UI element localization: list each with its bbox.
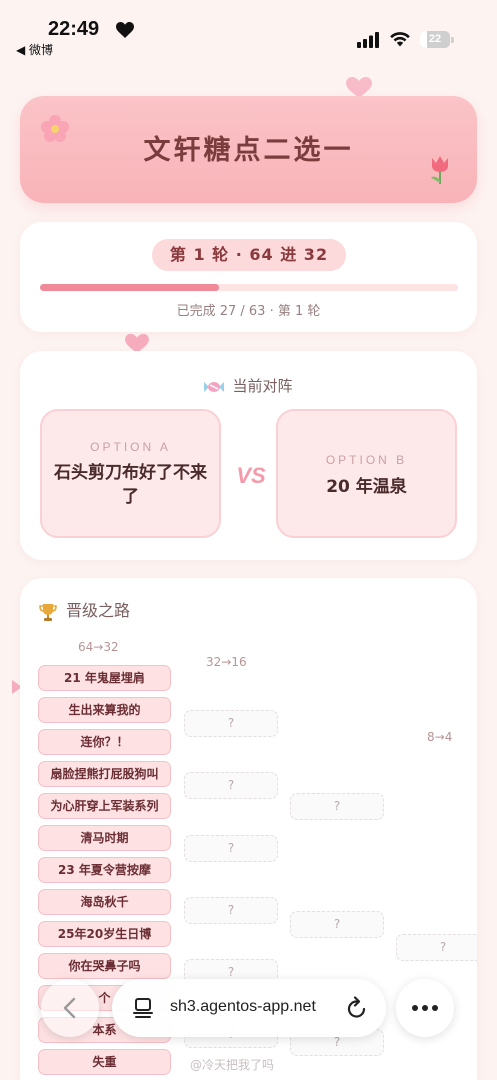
trophy-icon xyxy=(39,603,57,621)
bracket-slot-empty: ? xyxy=(184,897,278,924)
candy-icon xyxy=(204,381,225,392)
status-time: 22:49 xyxy=(48,18,100,40)
status-bar: 22:49 ◀ 微博 22 xyxy=(0,0,497,60)
watermark: @冷天把我了吗 xyxy=(190,1058,275,1072)
browser-more-button[interactable] xyxy=(396,979,454,1037)
bracket-entry[interactable]: 生出来算我的 xyxy=(38,697,171,723)
bracket-entry[interactable]: 连你？！ xyxy=(38,729,171,755)
bracket-entry[interactable]: 你在哭鼻子吗 xyxy=(38,953,171,979)
back-to-app-link[interactable]: ◀ 微博 xyxy=(16,41,53,58)
browser-back-button[interactable] xyxy=(41,979,99,1037)
option-b-name: 20 年温泉 xyxy=(326,477,407,497)
bracket-slot-empty: ? xyxy=(290,911,384,938)
address-bar[interactable]: sh3.agentos-app.net xyxy=(112,979,386,1037)
bracket-header: 晋级之路 xyxy=(38,597,130,622)
option-b-tag: OPTION B xyxy=(325,453,408,467)
bracket-slot-empty: ? xyxy=(290,793,384,820)
bracket-entry[interactable]: 25年20岁生日博 xyxy=(38,921,171,947)
bracket-entry[interactable]: 23 年夏令营按摩 xyxy=(38,857,171,883)
bracket-slot-empty: ? xyxy=(184,772,278,799)
heart-icon xyxy=(116,22,134,38)
tulip-icon xyxy=(431,156,448,184)
matchup-card: 当前对阵 OPTION A 石头剪刀布好了不来了 VS OPTION B 20 … xyxy=(20,351,477,560)
progress-text: 已完成 27 / 63 · 第 1 轮 xyxy=(176,304,321,319)
option-a-name: 石头剪刀布好了不来了 xyxy=(54,463,207,507)
page-title: 文轩糖点二选一 xyxy=(143,135,354,166)
option-a-card[interactable]: OPTION A 石头剪刀布好了不来了 xyxy=(40,409,221,538)
bracket-slot-empty: ? xyxy=(184,835,278,862)
progress-card: 第 1 轮 · 64 进 32 已完成 27 / 63 · 第 1 轮 xyxy=(20,222,477,332)
option-b-card[interactable]: OPTION B 20 年温泉 xyxy=(276,409,457,538)
bracket-title: 晋级之路 xyxy=(66,601,131,620)
column-label-32-16: 32→16 xyxy=(206,655,247,669)
bracket-entry[interactable]: 为心肝穿上军装系列 xyxy=(38,793,171,819)
matchup-title: 当前对阵 xyxy=(232,377,293,395)
bracket-slot-empty: ? xyxy=(184,710,278,737)
battery-icon: 22 xyxy=(420,31,454,48)
tabs-icon xyxy=(133,998,153,1018)
more-dots-icon xyxy=(412,1005,438,1011)
bracket-entry[interactable]: 清马时期 xyxy=(38,825,171,851)
bracket-entry[interactable]: 21 年鬼屋埋肩 xyxy=(38,665,171,691)
title-card: 文轩糖点二选一 xyxy=(20,96,477,203)
column-label-8-4: 8→4 xyxy=(427,730,453,744)
matchup-header: 当前对阵 xyxy=(20,375,477,396)
battery-level: 22 xyxy=(428,33,442,45)
option-a-tag: OPTION A xyxy=(90,440,171,454)
chevron-left-icon xyxy=(63,997,76,1019)
round-indicator: 第 1 轮 · 64 进 32 xyxy=(152,239,346,271)
url-text: sh3.agentos-app.net xyxy=(170,998,316,1015)
wifi-icon xyxy=(390,32,410,47)
signal-icon xyxy=(357,32,379,48)
progress-bar-fill xyxy=(40,284,220,291)
progress-bar xyxy=(40,284,458,291)
bracket-slot-empty: ? xyxy=(396,934,477,961)
reload-icon[interactable] xyxy=(346,996,368,1020)
bracket-entry[interactable]: 失重 xyxy=(38,1049,171,1075)
bracket-entry[interactable]: 海岛秋千 xyxy=(38,889,171,915)
bracket-entry[interactable]: 扇脸捏熊打屁股狗叫 xyxy=(38,761,171,787)
column-label-64-32: 64→32 xyxy=(78,640,119,654)
vs-label: VS xyxy=(236,463,266,488)
